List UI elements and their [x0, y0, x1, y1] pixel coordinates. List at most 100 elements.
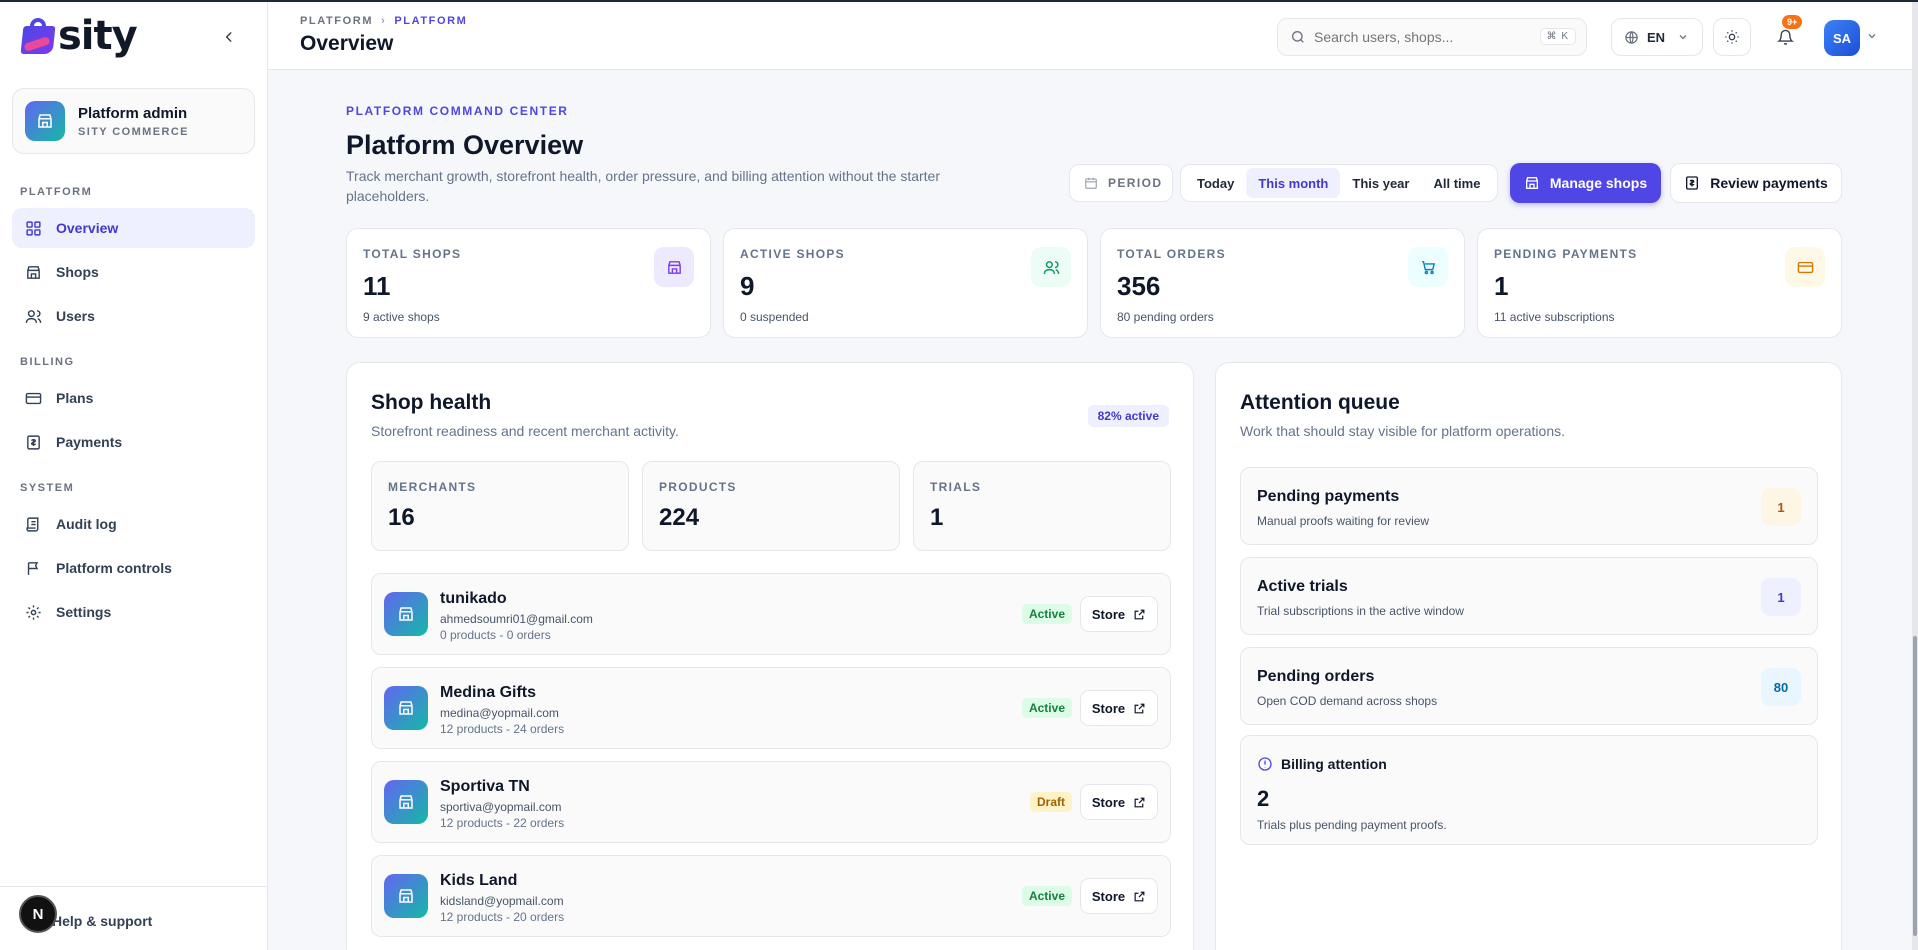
- external-link-icon: [1134, 797, 1145, 807]
- section-eyebrow: PLATFORM COMMAND CENTER: [346, 104, 569, 118]
- stat-card-pending-payments: PENDING PAYMENTS 1 11 active subscriptio…: [1477, 228, 1842, 338]
- open-store-button[interactable]: Store: [1080, 596, 1158, 632]
- sidebar-item-plans[interactable]: Plans: [12, 378, 255, 418]
- open-store-button[interactable]: Store: [1080, 690, 1158, 726]
- store-icon: [1525, 177, 1538, 189]
- page-scrollbar-thumb[interactable]: [1913, 636, 1917, 936]
- breadcrumb-current: PLATFORM: [394, 15, 468, 27]
- chevron-left-icon: [225, 32, 232, 42]
- shopping-bag-logo-icon: [20, 16, 56, 56]
- scroll-icon: [24, 515, 42, 533]
- breadcrumb: PLATFORM › PLATFORM: [300, 15, 467, 27]
- sidebar-item-shops[interactable]: Shops: [12, 252, 255, 292]
- language-selector[interactable]: EN: [1611, 18, 1703, 56]
- shop-row[interactable]: Sportiva TN sportiva@yopmail.com 12 prod…: [371, 761, 1171, 843]
- store-icon: [384, 686, 428, 730]
- bell-icon: [1776, 29, 1794, 45]
- sidebar-item-label: Shops: [56, 264, 99, 280]
- chevron-right-icon: ›: [381, 15, 387, 27]
- grid-icon: [24, 219, 42, 237]
- external-link-icon: [1134, 703, 1145, 713]
- calendar-icon: [1085, 177, 1097, 189]
- breadcrumb-item[interactable]: PLATFORM: [300, 15, 373, 27]
- search-input[interactable]: [1314, 29, 1534, 45]
- sidebar-item-platform-controls[interactable]: Platform controls: [12, 548, 255, 588]
- open-store-button[interactable]: Store: [1080, 878, 1158, 914]
- sun-icon: [1725, 30, 1739, 44]
- sidebar-item-label: Audit log: [56, 516, 117, 532]
- period-today[interactable]: Today: [1185, 168, 1246, 198]
- period-label: PERIOD: [1069, 164, 1173, 202]
- external-link-icon: [1134, 609, 1145, 619]
- sidebar-item-label: Payments: [56, 434, 123, 450]
- sidebar-item-label: Settings: [56, 604, 112, 620]
- shop-email: sportiva@yopmail.com: [440, 800, 562, 814]
- sidebar-item-settings[interactable]: Settings: [12, 592, 255, 632]
- shop-email: ahmedsoumri01@gmail.com: [440, 612, 593, 626]
- gear-icon: [24, 603, 42, 621]
- panel-title: Attention queue: [1240, 391, 1400, 414]
- dev-tools-badge[interactable]: N: [19, 895, 57, 933]
- period-all-time[interactable]: All time: [1421, 168, 1492, 198]
- shop-meta: 0 products - 0 orders: [440, 628, 551, 642]
- shop-name: Kids Land: [440, 872, 518, 889]
- store-icon: [25, 101, 65, 141]
- external-link-icon: [1134, 891, 1145, 901]
- account-switcher[interactable]: Platform admin SITY COMMERCE: [12, 88, 255, 154]
- sidebar-item-overview[interactable]: Overview: [12, 208, 255, 248]
- sidebar-item-label: Platform controls: [56, 560, 172, 576]
- period-this-month[interactable]: This month: [1246, 168, 1341, 198]
- shop-row[interactable]: Kids Land kidsland@yopmail.com 12 produc…: [371, 855, 1171, 937]
- stat-card-active-shops: ACTIVE SHOPS 9 0 suspended: [723, 228, 1088, 338]
- store-icon: [384, 780, 428, 824]
- nav-section-system: SYSTEM: [20, 482, 75, 494]
- theme-toggle-button[interactable]: [1713, 18, 1751, 56]
- review-payments-button[interactable]: Review payments: [1670, 163, 1842, 203]
- brand-logo[interactable]: sity: [20, 16, 138, 56]
- nav-section-billing: BILLING: [20, 356, 75, 368]
- panel-title: Shop health: [371, 391, 492, 414]
- shop-row[interactable]: tunikado ahmedsoumri01@gmail.com 0 produ…: [371, 573, 1171, 655]
- manage-shops-button[interactable]: Manage shops: [1510, 163, 1661, 203]
- metric-products: PRODUCTS 224: [642, 461, 900, 551]
- avatar[interactable]: SA: [1824, 20, 1860, 56]
- open-store-button[interactable]: Store: [1080, 784, 1158, 820]
- active-percent-badge: 82% active: [1087, 405, 1169, 427]
- count-badge: 1: [1761, 578, 1801, 616]
- topbar: PLATFORM › PLATFORM Overview ⌘ K EN 9+ S…: [268, 2, 1918, 70]
- billing-attention-card: Billing attention 2 Trials plus pending …: [1240, 735, 1818, 845]
- notification-count-badge: 9+: [1782, 15, 1803, 29]
- queue-item-pending-orders[interactable]: Pending orders Open COD demand across sh…: [1240, 647, 1818, 725]
- sidebar-item-label: Plans: [56, 390, 94, 406]
- queue-item-active-trials[interactable]: Active trials Trial subscriptions in the…: [1240, 557, 1818, 635]
- users-icon: [24, 307, 42, 325]
- stat-card-total-shops: TOTAL SHOPS 11 9 active shops: [346, 228, 711, 338]
- metric-merchants: MERCHANTS 16: [371, 461, 629, 551]
- count-badge: 1: [1761, 488, 1801, 526]
- shop-meta: 12 products - 20 orders: [440, 910, 565, 924]
- account-org: SITY COMMERCE: [78, 125, 189, 138]
- shop-name: Medina Gifts: [440, 684, 537, 701]
- queue-item-pending-payments[interactable]: Pending payments Manual proofs waiting f…: [1240, 467, 1818, 545]
- search-box[interactable]: ⌘ K: [1277, 18, 1587, 56]
- status-badge: Active: [1021, 886, 1072, 906]
- card-icon: [24, 389, 42, 407]
- metric-trials: TRIALS 1: [913, 461, 1171, 551]
- sidebar-item-audit-log[interactable]: Audit log: [12, 504, 255, 544]
- sidebar-item-users[interactable]: Users: [12, 296, 255, 336]
- stat-card-total-orders: TOTAL ORDERS 356 80 pending orders: [1100, 228, 1465, 338]
- store-icon: [384, 592, 428, 636]
- collapse-sidebar-button[interactable]: [218, 26, 240, 48]
- shop-name: tunikado: [440, 590, 507, 607]
- sidebar-item-payments[interactable]: Payments: [12, 422, 255, 462]
- account-name: Platform admin: [78, 104, 188, 122]
- count-badge: 80: [1761, 668, 1801, 706]
- chevron-down-icon: [1679, 35, 1687, 40]
- help-support-link[interactable]: Help & support: [52, 913, 152, 929]
- globe-icon: [1625, 30, 1638, 44]
- status-badge: Active: [1021, 604, 1072, 624]
- shop-row[interactable]: Medina Gifts medina@yopmail.com 12 produ…: [371, 667, 1171, 749]
- period-this-year[interactable]: This year: [1340, 168, 1421, 198]
- receipt-icon: [1686, 176, 1699, 190]
- search-shortcut: ⌘ K: [1539, 28, 1576, 45]
